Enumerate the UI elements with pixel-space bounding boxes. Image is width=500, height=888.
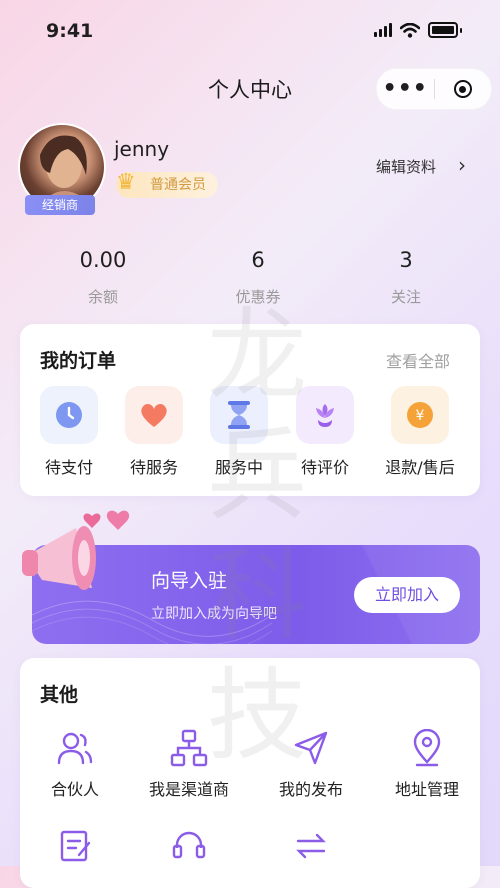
users-icon bbox=[20, 728, 130, 768]
menu-item-channel[interactable]: 我是渠道商 bbox=[134, 728, 244, 800]
order-refund[interactable]: ¥ 退款/售后 bbox=[378, 386, 462, 478]
hourglass-icon bbox=[210, 386, 268, 444]
stat-label: 余额 bbox=[87, 288, 118, 306]
yen-coin-icon: ¥ bbox=[391, 386, 449, 444]
edit-profile-link[interactable]: 编辑资料 bbox=[376, 156, 436, 177]
stat-follows[interactable]: 3 关注 bbox=[346, 248, 466, 307]
crown-icon: ♛ bbox=[116, 170, 136, 195]
menu-item-label: 我的发布 bbox=[278, 780, 343, 799]
chevron-right-icon[interactable]: › bbox=[458, 153, 466, 177]
send-icon bbox=[256, 728, 366, 768]
location-icon bbox=[372, 728, 482, 768]
menu-item-partner[interactable]: 合伙人 bbox=[20, 728, 130, 800]
order-label: 待评价 bbox=[300, 458, 349, 477]
stat-value: 0.00 bbox=[79, 248, 127, 272]
menu-item-edit[interactable] bbox=[20, 826, 130, 866]
stat-coupons[interactable]: 6 优惠券 bbox=[198, 248, 318, 307]
orders-title: 我的订单 bbox=[40, 350, 117, 372]
order-pending-review[interactable]: 待评价 bbox=[283, 386, 367, 478]
status-icons bbox=[374, 22, 462, 38]
banner-title: 向导入驻 bbox=[151, 570, 228, 592]
flower-icon bbox=[296, 386, 354, 444]
order-in-service[interactable]: 服务中 bbox=[197, 386, 281, 478]
more-dots-icon: ••• bbox=[382, 76, 428, 101]
heart-icon bbox=[125, 386, 183, 444]
menu-item-label: 合伙人 bbox=[50, 780, 99, 799]
stat-label: 优惠券 bbox=[235, 288, 281, 306]
network-icon bbox=[134, 728, 244, 768]
menu-item-switch[interactable] bbox=[256, 826, 366, 866]
stat-balance[interactable]: 0.00 余额 bbox=[43, 248, 163, 307]
svg-text:¥: ¥ bbox=[416, 408, 425, 424]
target-icon bbox=[453, 80, 472, 98]
order-label: 服务中 bbox=[214, 458, 263, 477]
headset-icon bbox=[134, 826, 244, 866]
battery-icon bbox=[428, 22, 458, 38]
edit-note-icon bbox=[20, 826, 130, 866]
clock-icon bbox=[40, 386, 98, 444]
others-title: 其他 bbox=[40, 684, 79, 706]
banner-subtitle: 立即加入成为向导吧 bbox=[151, 606, 277, 622]
wifi-icon bbox=[400, 22, 420, 38]
menu-item-label: 我是渠道商 bbox=[148, 780, 229, 799]
see-all-orders-link[interactable]: 查看全部 bbox=[386, 348, 450, 372]
status-time: 9:41 bbox=[46, 20, 94, 42]
more-button[interactable]: ••• bbox=[377, 76, 434, 101]
username: jenny bbox=[114, 137, 170, 161]
order-label: 退款/售后 bbox=[385, 458, 455, 477]
role-badge: 经销商 bbox=[25, 195, 95, 215]
order-pending-payment[interactable]: 待支付 bbox=[27, 386, 111, 478]
order-label: 待服务 bbox=[129, 458, 178, 477]
megaphone-icon bbox=[22, 510, 130, 590]
close-program-button[interactable] bbox=[435, 80, 492, 98]
join-now-button[interactable]: 立即加入 bbox=[354, 577, 460, 613]
signal-icon bbox=[374, 23, 392, 37]
stat-value: 6 bbox=[251, 248, 265, 272]
mini-program-capsule: ••• bbox=[376, 68, 492, 110]
menu-item-service[interactable] bbox=[134, 826, 244, 866]
order-pending-service[interactable]: 待服务 bbox=[112, 386, 196, 478]
menu-item-address[interactable]: 地址管理 bbox=[372, 728, 482, 800]
stat-value: 3 bbox=[399, 248, 413, 272]
swap-icon bbox=[256, 826, 366, 866]
order-label: 待支付 bbox=[44, 458, 93, 477]
menu-item-label: 地址管理 bbox=[394, 780, 459, 799]
stat-label: 关注 bbox=[390, 288, 421, 306]
menu-item-my-posts[interactable]: 我的发布 bbox=[256, 728, 366, 800]
